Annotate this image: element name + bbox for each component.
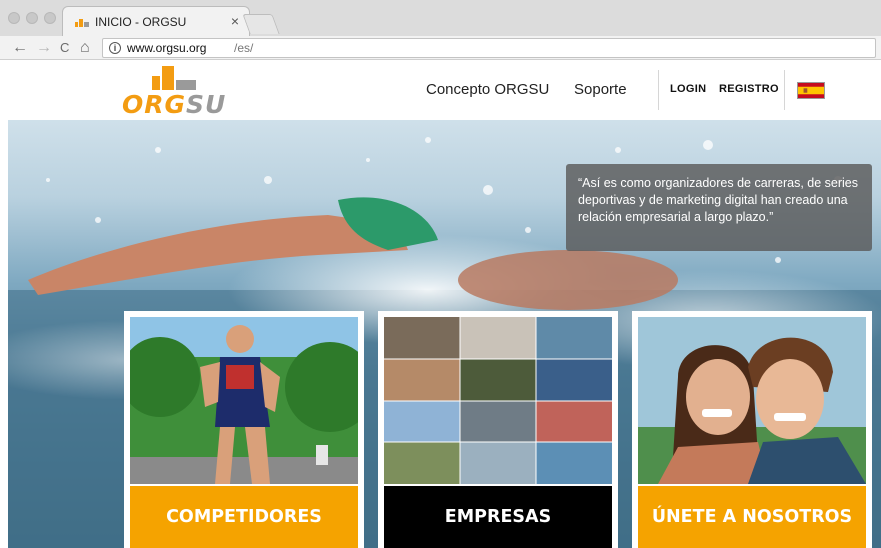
nav-divider bbox=[784, 70, 785, 110]
login-link[interactable]: LOGIN bbox=[670, 83, 706, 95]
collage-image bbox=[384, 317, 612, 484]
hero-quote: “Así es como organizadores de carreras, … bbox=[566, 164, 872, 251]
logo-text: ORGSU bbox=[122, 90, 226, 119]
couple-image bbox=[638, 317, 866, 484]
orgsu-logo[interactable]: ORGSU bbox=[122, 66, 230, 119]
nav-concepto[interactable]: Concepto ORGSU bbox=[426, 81, 549, 98]
logo-text-org: ORG bbox=[122, 90, 187, 119]
card-empresas[interactable]: EMPRESAS bbox=[378, 311, 618, 548]
url-path: /es/ bbox=[234, 41, 254, 55]
minimize-window-icon[interactable] bbox=[26, 12, 38, 24]
home-icon[interactable]: ⌂ bbox=[80, 37, 90, 59]
card-competidores[interactable]: COMPETIDORES bbox=[124, 311, 364, 548]
triathlete-image bbox=[130, 317, 358, 484]
maximize-window-icon[interactable] bbox=[44, 12, 56, 24]
logo-text-su: SU bbox=[186, 90, 227, 119]
logo-blocks-icon bbox=[152, 66, 196, 90]
address-bar[interactable]: i www.orgsu.org /es/ bbox=[102, 38, 876, 58]
back-icon[interactable]: ← bbox=[12, 37, 28, 59]
new-tab-button[interactable] bbox=[242, 14, 280, 34]
tab-title: INICIO - ORGSU bbox=[95, 15, 187, 29]
card-unete[interactable]: ÚNETE A NOSOTROS bbox=[632, 311, 872, 548]
site-header: ORGSU Concepto ORGSU Soporte LOGIN REGIS… bbox=[0, 61, 881, 120]
nav-divider bbox=[658, 70, 659, 110]
forward-icon[interactable]: → bbox=[36, 37, 52, 59]
card-label-competidores[interactable]: COMPETIDORES bbox=[130, 486, 358, 548]
card-label-empresas[interactable]: EMPRESAS bbox=[384, 486, 612, 548]
orgsu-favicon-icon bbox=[75, 19, 89, 27]
info-icon[interactable]: i bbox=[109, 42, 121, 54]
nav-soporte[interactable]: Soporte bbox=[574, 81, 627, 98]
browser-toolbar: ← → C ⌂ i www.orgsu.org /es/ bbox=[0, 36, 881, 60]
registro-link[interactable]: REGISTRO bbox=[719, 83, 779, 95]
browser-titlebar: INICIO - ORGSU × bbox=[0, 0, 881, 36]
card-label-unete[interactable]: ÚNETE A NOSOTROS bbox=[638, 486, 866, 548]
reload-icon[interactable]: C bbox=[60, 37, 69, 59]
hero-banner: “Así es como organizadores de carreras, … bbox=[8, 120, 881, 548]
close-window-icon[interactable] bbox=[8, 12, 20, 24]
spain-flag-icon[interactable] bbox=[797, 82, 825, 99]
tab-close-icon[interactable]: × bbox=[231, 13, 239, 29]
url-host: www.orgsu.org bbox=[127, 41, 207, 55]
browser-tab[interactable]: INICIO - ORGSU × bbox=[62, 6, 250, 36]
